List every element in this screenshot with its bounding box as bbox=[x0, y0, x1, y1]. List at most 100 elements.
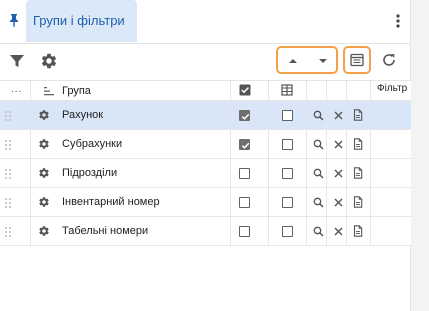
search-icon[interactable] bbox=[313, 197, 324, 208]
gear-icon[interactable] bbox=[40, 52, 58, 70]
more-vert-icon[interactable] bbox=[390, 13, 406, 29]
col-divider bbox=[30, 81, 31, 100]
triangle-down-icon[interactable] bbox=[316, 55, 330, 67]
tab-groups-filters[interactable]: Групи і фільтри bbox=[26, 0, 137, 42]
header-handle: ... bbox=[11, 84, 23, 95]
gear-icon[interactable] bbox=[38, 167, 50, 179]
col-divider bbox=[326, 101, 327, 129]
table-body: Рахунок Субрахунки Підрозділи Інвентарни… bbox=[0, 101, 411, 246]
col-divider bbox=[30, 159, 31, 187]
table-settings-button[interactable] bbox=[343, 46, 371, 74]
drag-handle-icon[interactable] bbox=[4, 139, 12, 151]
vertical-scrollbar[interactable] bbox=[411, 0, 429, 311]
close-icon[interactable] bbox=[333, 139, 344, 150]
column-checkbox[interactable] bbox=[282, 197, 293, 208]
document-icon[interactable] bbox=[353, 225, 363, 237]
col-divider bbox=[346, 130, 347, 158]
pin-icon[interactable] bbox=[6, 12, 22, 28]
close-icon[interactable] bbox=[333, 110, 344, 121]
col-divider bbox=[268, 101, 269, 129]
search-icon[interactable] bbox=[313, 226, 324, 237]
document-icon[interactable] bbox=[353, 138, 363, 150]
group-name: Рахунок bbox=[62, 109, 104, 121]
col-divider bbox=[268, 159, 269, 187]
col-divider bbox=[346, 81, 347, 100]
show-checkbox[interactable] bbox=[239, 226, 250, 237]
col-divider bbox=[346, 217, 347, 245]
col-divider bbox=[306, 130, 307, 158]
groups-filters-panel: Групи і фільтри ... Група Фільтр Рахунок… bbox=[0, 0, 411, 311]
col-divider bbox=[370, 81, 371, 100]
col-divider bbox=[306, 188, 307, 216]
col-divider bbox=[268, 130, 269, 158]
column-checkbox[interactable] bbox=[282, 110, 293, 121]
close-icon[interactable] bbox=[333, 226, 344, 237]
col-divider bbox=[268, 217, 269, 245]
group-name: Табельні номери bbox=[62, 225, 149, 237]
close-icon[interactable] bbox=[333, 197, 344, 208]
col-divider bbox=[230, 130, 231, 158]
col-divider bbox=[370, 188, 371, 216]
col-divider bbox=[346, 101, 347, 129]
col-divider bbox=[230, 81, 231, 100]
search-icon[interactable] bbox=[313, 139, 324, 150]
table-row[interactable]: Рахунок bbox=[0, 101, 411, 130]
column-checkbox[interactable] bbox=[282, 139, 293, 150]
panel-header: Групи і фільтри bbox=[0, 0, 411, 44]
table-header: ... Група Фільтр bbox=[0, 80, 411, 101]
close-icon[interactable] bbox=[333, 168, 344, 179]
col-divider bbox=[370, 217, 371, 245]
col-divider bbox=[326, 81, 327, 100]
document-icon[interactable] bbox=[353, 109, 363, 121]
search-icon[interactable] bbox=[313, 168, 324, 179]
sort-lines-icon[interactable] bbox=[43, 85, 55, 97]
col-divider bbox=[326, 159, 327, 187]
gear-icon[interactable] bbox=[38, 138, 50, 150]
drag-handle-icon[interactable] bbox=[4, 110, 12, 122]
col-divider bbox=[30, 101, 31, 129]
col-divider bbox=[230, 217, 231, 245]
show-checkbox[interactable] bbox=[239, 139, 250, 150]
col-divider bbox=[346, 188, 347, 216]
drag-handle-icon[interactable] bbox=[4, 168, 12, 180]
checkbox-checked-icon bbox=[239, 84, 251, 96]
col-divider bbox=[230, 101, 231, 129]
tab-label: Групи і фільтри bbox=[33, 13, 125, 28]
table-row[interactable]: Підрозділи bbox=[0, 159, 411, 188]
col-divider bbox=[306, 159, 307, 187]
gear-icon[interactable] bbox=[38, 109, 50, 121]
col-divider bbox=[306, 217, 307, 245]
drag-handle-icon[interactable] bbox=[4, 197, 12, 209]
column-checkbox[interactable] bbox=[282, 168, 293, 179]
table-row[interactable]: Субрахунки bbox=[0, 130, 411, 159]
search-icon[interactable] bbox=[313, 110, 324, 121]
document-icon[interactable] bbox=[353, 196, 363, 208]
header-filter: Фільтр bbox=[377, 83, 408, 94]
filter-icon[interactable] bbox=[9, 53, 25, 69]
table-row[interactable]: Інвентарний номер bbox=[0, 188, 411, 217]
col-divider bbox=[370, 159, 371, 187]
columns-icon bbox=[281, 84, 293, 96]
col-divider bbox=[326, 188, 327, 216]
document-icon[interactable] bbox=[353, 167, 363, 179]
col-divider bbox=[326, 217, 327, 245]
group-name: Підрозділи bbox=[62, 167, 118, 179]
group-name: Субрахунки bbox=[62, 138, 123, 150]
col-divider bbox=[306, 81, 307, 100]
triangle-up-icon[interactable] bbox=[286, 55, 300, 67]
column-checkbox[interactable] bbox=[282, 226, 293, 237]
col-divider bbox=[306, 101, 307, 129]
groups-table: ... Група Фільтр Рахунок Субрахунки Підр… bbox=[0, 80, 411, 246]
show-checkbox[interactable] bbox=[239, 197, 250, 208]
col-divider bbox=[30, 188, 31, 216]
show-checkbox[interactable] bbox=[239, 110, 250, 121]
col-divider bbox=[326, 130, 327, 158]
gear-icon[interactable] bbox=[38, 196, 50, 208]
col-divider bbox=[346, 159, 347, 187]
refresh-icon[interactable] bbox=[381, 52, 397, 68]
header-group: Група bbox=[62, 85, 91, 97]
drag-handle-icon[interactable] bbox=[4, 226, 12, 238]
gear-icon[interactable] bbox=[38, 225, 50, 237]
table-row[interactable]: Табельні номери bbox=[0, 217, 411, 246]
show-checkbox[interactable] bbox=[239, 168, 250, 179]
